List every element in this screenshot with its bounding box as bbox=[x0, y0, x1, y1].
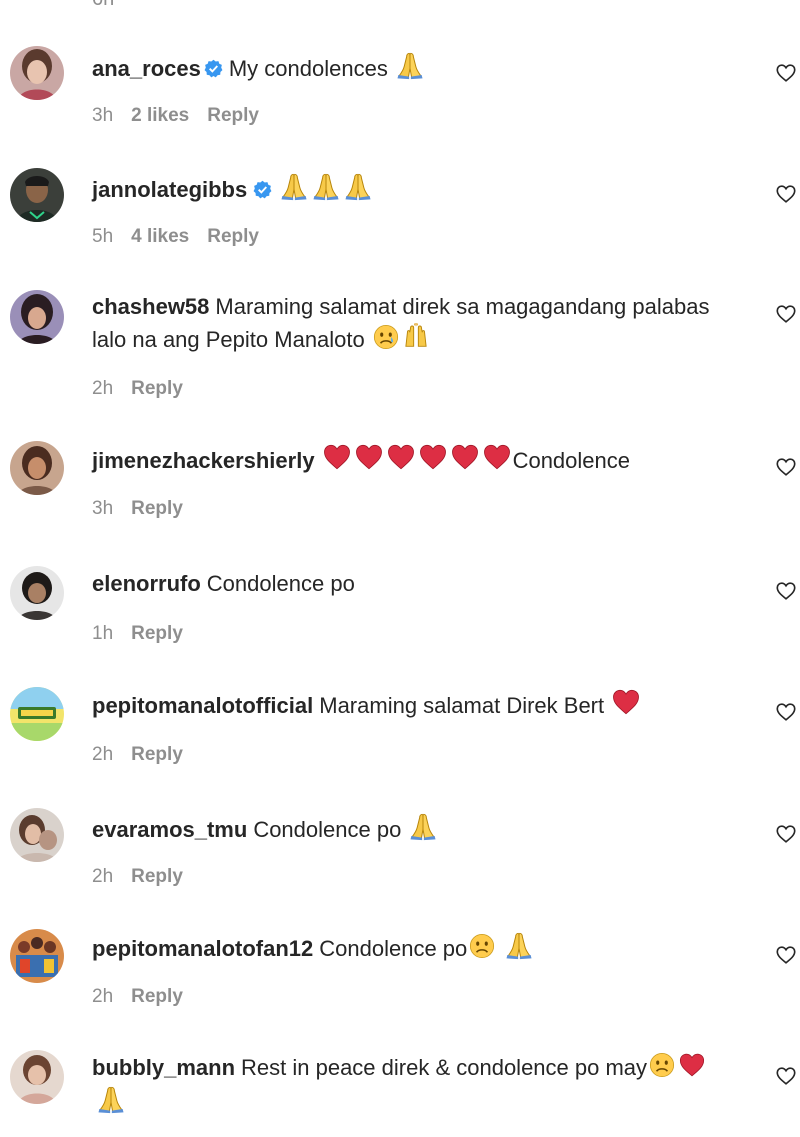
sad-face-emoji-icon bbox=[648, 1051, 676, 1079]
comment-body: pepitomanalotofan12 Condolence po bbox=[92, 930, 740, 965]
comment-username[interactable]: chashew58 bbox=[92, 294, 209, 319]
folded-hands-emoji-icon bbox=[311, 171, 341, 201]
comment-text: Condolence po bbox=[319, 936, 468, 961]
reply-button[interactable]: Reply bbox=[131, 866, 183, 887]
comment-meta: 2h Reply bbox=[92, 986, 201, 1008]
comment-username[interactable]: pepitomanalotofan12 bbox=[92, 936, 313, 961]
like-heart-icon[interactable] bbox=[775, 183, 797, 205]
like-heart-icon[interactable] bbox=[775, 823, 797, 845]
avatar[interactable] bbox=[10, 566, 64, 620]
avatar[interactable] bbox=[10, 441, 64, 495]
comment-text: Condolence po bbox=[253, 817, 402, 842]
comment-meta: 2h Reply bbox=[92, 744, 201, 766]
verified-badge-icon bbox=[204, 59, 223, 78]
comment-time[interactable]: 2h bbox=[92, 986, 113, 1007]
like-heart-icon[interactable] bbox=[775, 701, 797, 723]
comment-username[interactable]: pepitomanalotofficial bbox=[92, 693, 313, 718]
crying-face-emoji-icon bbox=[372, 323, 400, 351]
comment-username[interactable]: evaramos_tmu bbox=[92, 817, 247, 842]
comment-meta: 3h 2 likes Reply bbox=[92, 105, 277, 127]
comment-username[interactable]: bubbly_mann bbox=[92, 1055, 235, 1080]
comment-meta: 5h 4 likes Reply bbox=[92, 226, 277, 248]
comment-time[interactable]: 2h bbox=[92, 866, 113, 887]
comment-meta: 2h Reply bbox=[92, 866, 201, 888]
verified-badge-icon bbox=[253, 180, 272, 199]
comment-time[interactable]: 2h bbox=[92, 378, 113, 399]
raising-hands-emoji-icon bbox=[402, 323, 430, 351]
previous-comment-timestamp: 6h bbox=[92, 0, 114, 11]
reply-button[interactable]: Reply bbox=[131, 498, 183, 519]
comment-meta: 3h Reply bbox=[92, 498, 201, 520]
avatar[interactable] bbox=[10, 808, 64, 862]
reply-button[interactable]: Reply bbox=[131, 623, 183, 644]
comment-meta: 2h Reply bbox=[92, 378, 201, 400]
comment-text: My condolences bbox=[228, 56, 388, 81]
avatar[interactable] bbox=[10, 290, 64, 344]
folded-hands-emoji-icon bbox=[408, 811, 438, 841]
comment-body: ana_roces My condolences bbox=[92, 50, 740, 85]
comment-likes[interactable]: 2 likes bbox=[131, 105, 189, 126]
comment-text: Rest in peace direk & condolence po may bbox=[241, 1055, 648, 1080]
like-heart-icon[interactable] bbox=[775, 456, 797, 478]
comment-body: jannolategibbs bbox=[92, 171, 740, 206]
comment-body: pepitomanalotofficial Maraming salamat Di… bbox=[92, 687, 740, 722]
like-heart-icon[interactable] bbox=[775, 62, 797, 84]
comment-body: evaramos_tmu Condolence po bbox=[92, 811, 740, 846]
like-heart-icon[interactable] bbox=[775, 580, 797, 602]
like-heart-icon[interactable] bbox=[775, 303, 797, 325]
red-heart-emoji-icon bbox=[386, 442, 416, 472]
red-heart-emoji-icon bbox=[322, 442, 352, 472]
like-heart-icon[interactable] bbox=[775, 1065, 797, 1087]
comment-text: Condolence po bbox=[206, 571, 355, 596]
avatar[interactable] bbox=[10, 929, 64, 983]
folded-hands-emoji-icon bbox=[343, 171, 373, 201]
comment-username[interactable]: ana_roces bbox=[92, 56, 201, 81]
comment-text: Maraming salamat Direk Bert bbox=[319, 693, 605, 718]
sad-face-emoji-icon bbox=[468, 932, 496, 960]
reply-button[interactable]: Reply bbox=[207, 105, 259, 126]
reply-button[interactable]: Reply bbox=[131, 986, 183, 1007]
folded-hands-emoji-icon bbox=[96, 1084, 126, 1114]
comment-text: Condolence bbox=[512, 448, 631, 473]
comment-time[interactable]: 3h bbox=[92, 105, 113, 126]
reply-button[interactable]: Reply bbox=[131, 378, 183, 399]
red-heart-emoji-icon bbox=[450, 442, 480, 472]
folded-hands-emoji-icon bbox=[395, 50, 425, 80]
red-heart-emoji-icon bbox=[611, 687, 641, 717]
avatar[interactable] bbox=[10, 1050, 64, 1104]
comment-body: jimenezhackershierly Condolence bbox=[92, 442, 740, 477]
comment-meta: 1h Reply bbox=[92, 623, 201, 645]
comment-likes[interactable]: 4 likes bbox=[131, 226, 189, 247]
reply-button[interactable]: Reply bbox=[131, 744, 183, 765]
comment-body: bubbly_mann Rest in peace direk & condole… bbox=[92, 1051, 740, 1119]
reply-button[interactable]: Reply bbox=[207, 226, 259, 247]
comment-time[interactable]: 1h bbox=[92, 623, 113, 644]
comment-time[interactable]: 5h bbox=[92, 226, 113, 247]
avatar[interactable] bbox=[10, 687, 64, 741]
red-heart-emoji-icon bbox=[418, 442, 448, 472]
comment-body: elenorrufo Condolence po bbox=[92, 568, 740, 600]
folded-hands-emoji-icon bbox=[279, 171, 309, 201]
avatar[interactable] bbox=[10, 46, 64, 100]
comment-body: chashew58 Maraming salamat direk sa magag… bbox=[92, 291, 740, 356]
folded-hands-emoji-icon bbox=[504, 930, 534, 960]
comment-username[interactable]: jannolategibbs bbox=[92, 177, 247, 202]
comment-time[interactable]: 2h bbox=[92, 744, 113, 765]
comment-username[interactable]: jimenezhackershierly bbox=[92, 448, 315, 473]
avatar[interactable] bbox=[10, 168, 64, 222]
red-heart-emoji-icon bbox=[678, 1051, 706, 1079]
comment-time[interactable]: 3h bbox=[92, 498, 113, 519]
like-heart-icon[interactable] bbox=[775, 944, 797, 966]
red-heart-emoji-icon bbox=[482, 442, 512, 472]
comment-username[interactable]: elenorrufo bbox=[92, 571, 201, 596]
red-heart-emoji-icon bbox=[354, 442, 384, 472]
